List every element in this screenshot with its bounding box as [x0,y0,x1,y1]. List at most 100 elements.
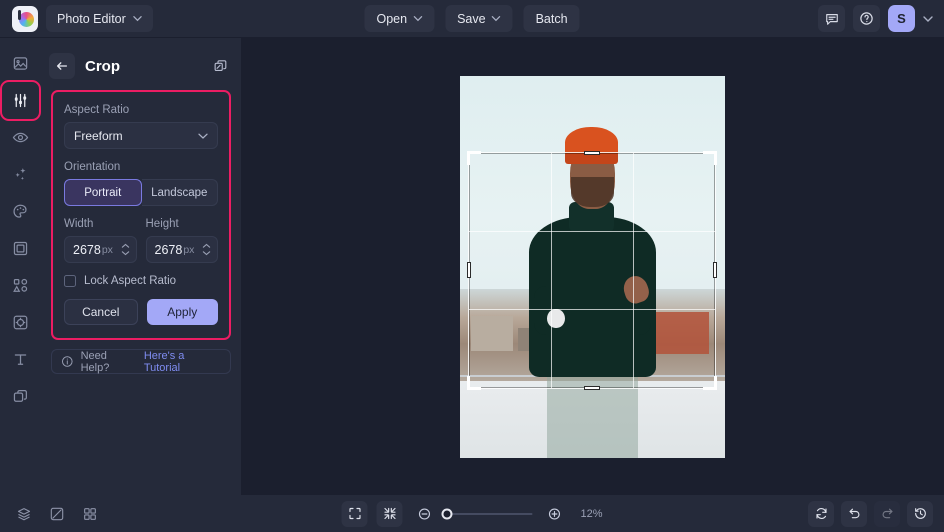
tutorial-link[interactable]: Here's a Tutorial [144,350,221,374]
crop-settings-card: Aspect Ratio Freeform Orientation Portra… [51,90,231,340]
height-label: Height [145,218,179,230]
crop-handle-bottom-right[interactable] [702,375,717,390]
sidebar-item-retouch[interactable] [5,307,36,338]
orientation-landscape-button[interactable]: Landscape [141,179,218,206]
grid-view-icon[interactable] [77,501,103,527]
duplicate-layers-icon[interactable] [213,58,229,74]
aspect-ratio-label: Aspect Ratio [64,104,130,116]
photo-editor-app: Photo Editor Open Save Batch S Crop Aspe… [0,0,944,532]
history-icon[interactable] [907,500,933,527]
save-button[interactable]: Save [445,5,513,32]
compare-icon[interactable] [44,501,70,527]
crop-handle-left[interactable] [466,262,471,279]
orientation-portrait-button[interactable]: Portrait [64,179,142,206]
width-group: Width 2678 px [64,218,137,263]
panel-header: Crop [41,47,241,85]
orientation-label: Orientation [64,161,121,173]
chevron-down-icon[interactable] [923,14,933,24]
open-button[interactable]: Open [364,5,435,32]
app-logo-icon [12,5,38,32]
apply-button[interactable]: Apply [146,299,218,325]
width-value: 2678 [73,242,101,257]
bottom-bar: 12% [0,495,944,532]
top-bar-right: S [818,5,944,32]
height-stepper[interactable] [202,243,213,256]
sidebar-item-frame[interactable] [5,233,36,264]
crop-handle-top-right[interactable] [702,150,717,165]
app-switcher-chip[interactable]: Photo Editor [46,5,153,32]
lock-aspect-checkbox[interactable] [64,275,76,287]
layers-stack-icon[interactable] [11,501,37,527]
tool-sidebar [0,38,41,495]
crop-handle-top-left[interactable] [466,150,481,165]
save-label: Save [457,11,486,26]
sidebar-item-adjust[interactable] [0,80,41,121]
height-value: 2678 [154,242,183,257]
zoom-level-label: 12% [580,507,603,520]
height-input[interactable]: 2678 px [145,236,218,263]
zoom-slider[interactable] [441,508,533,519]
lock-aspect-label: Lock Aspect Ratio [84,275,177,287]
sidebar-item-shapes[interactable] [5,270,36,301]
fit-screen-icon[interactable] [376,500,403,527]
height-unit: px [183,243,195,256]
crop-panel: Crop Aspect Ratio Freeform Orientation P… [41,38,241,495]
app-switcher-label: Photo Editor [57,11,126,26]
chevron-down-icon [198,133,208,139]
action-buttons: Cancel Apply [64,299,218,325]
crop-overlay[interactable] [466,150,717,390]
image-icon [13,57,28,70]
crop-gridline [632,152,634,388]
aspect-ratio-select[interactable]: Freeform [64,122,218,149]
back-arrow-icon[interactable] [49,53,75,79]
layers-icon [13,390,27,402]
batch-button[interactable]: Batch [523,5,580,32]
width-stepper[interactable] [121,243,132,256]
tutorial-link-row[interactable]: Need Help? Here's a Tutorial [51,349,231,374]
height-group: Height 2678 px [145,218,218,263]
adjust-icon [14,93,27,108]
page-title: Crop [85,57,120,75]
sidebar-item-image[interactable] [5,48,36,79]
zoom-in-icon[interactable] [541,501,567,527]
help-icon[interactable] [853,5,880,32]
aspect-ratio-value: Freeform [74,128,123,143]
shapes-icon [13,278,28,292]
sidebar-item-effects[interactable] [5,159,36,190]
fullscreen-icon[interactable] [341,500,368,527]
cancel-button[interactable]: Cancel [64,299,138,325]
palette-icon [13,204,27,218]
image-stage[interactable] [460,75,725,458]
batch-label: Batch [535,11,568,26]
orientation-toggle: Portrait Landscape [64,179,218,206]
top-bar-left: Photo Editor [0,5,153,32]
crop-handle-bottom[interactable] [583,385,600,390]
sparkles-icon [15,168,26,180]
zoom-slider-handle[interactable] [441,508,453,519]
sidebar-item-color[interactable] [5,196,36,227]
eye-icon [12,132,29,143]
lock-aspect-row[interactable]: Lock Aspect Ratio [64,275,218,287]
sidebar-item-preview[interactable] [5,122,36,153]
zoom-out-icon[interactable] [411,501,437,527]
crop-gridline [468,309,715,311]
reset-icon[interactable] [808,500,834,527]
canvas-area[interactable] [241,38,944,495]
width-input[interactable]: 2678 px [64,236,137,263]
text-icon [14,354,27,365]
sidebar-item-layers[interactable] [5,381,36,412]
zoom-controls: 12% [341,500,603,527]
dimensions-row: Width 2678 px Height 2678 px [64,218,218,263]
avatar[interactable]: S [888,5,915,32]
chevron-down-icon [491,16,501,22]
crop-gridline [550,152,552,388]
undo-icon[interactable] [841,500,867,527]
top-bar-center: Open Save Batch [364,5,580,32]
crop-handle-right[interactable] [712,262,717,279]
sidebar-item-text[interactable] [5,344,36,375]
crop-handle-top[interactable] [583,150,600,155]
info-icon [62,356,73,367]
redo-icon[interactable] [874,500,900,527]
crop-handle-bottom-left[interactable] [466,375,481,390]
feedback-icon[interactable] [818,5,845,32]
